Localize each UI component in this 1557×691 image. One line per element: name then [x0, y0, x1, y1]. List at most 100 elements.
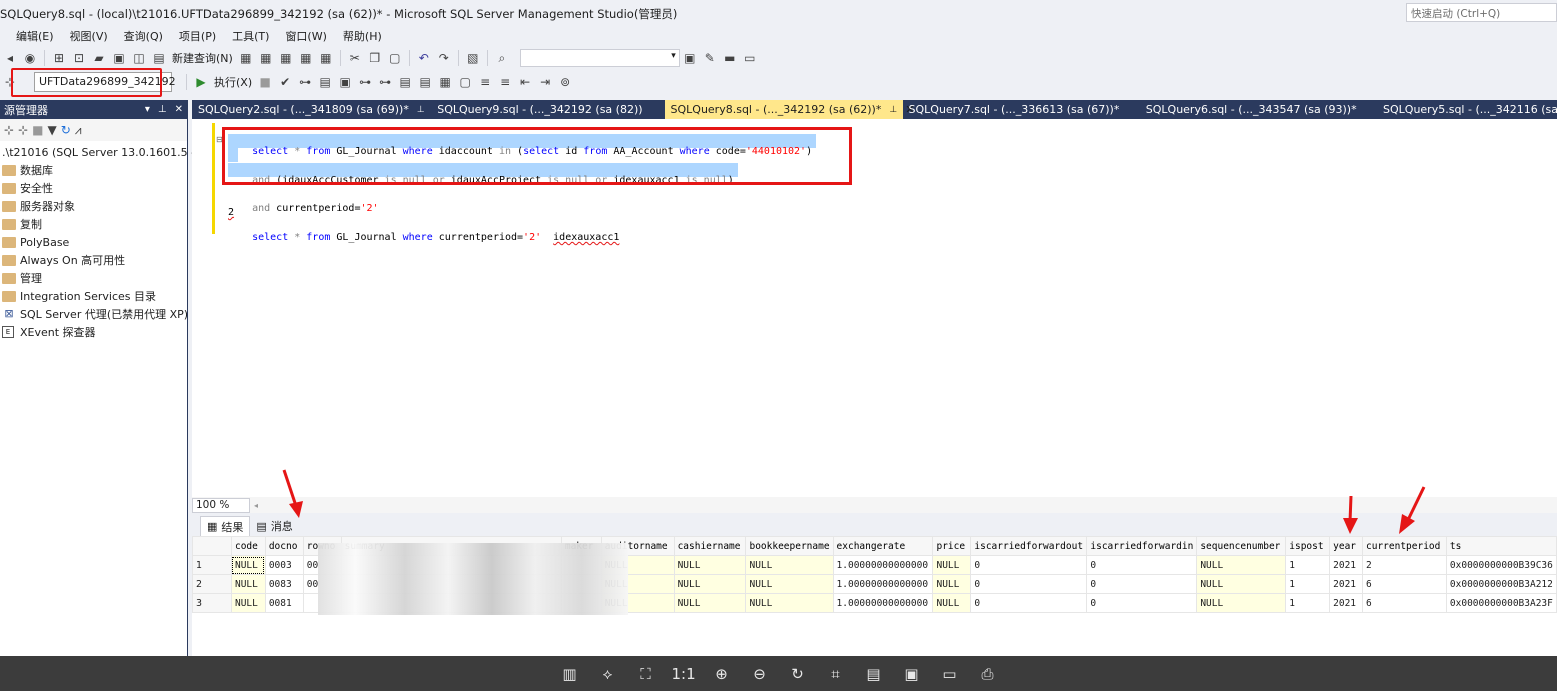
table-cell[interactable]: 0 [1086, 555, 1198, 575]
menu-help[interactable]: 帮助(H) [335, 28, 390, 44]
menu-edit[interactable]: 编辑(E) [0, 28, 62, 44]
zoom-out-icon[interactable]: ⊖ [748, 662, 772, 686]
tab-results[interactable]: ▦ 结果 [200, 516, 251, 536]
window-icon[interactable]: ▭ [742, 50, 758, 66]
mdx-query-icon[interactable]: ▦ [258, 50, 274, 66]
table-cell[interactable]: 6 [1362, 574, 1447, 594]
chevron-down-icon[interactable]: ▾ [145, 104, 150, 115]
ocr-icon[interactable]: ▤ [862, 662, 886, 686]
redo-icon[interactable]: ↷ [436, 50, 452, 66]
column-header[interactable]: sequencenumber [1196, 536, 1287, 556]
column-header[interactable]: iscarriedforwardin [1086, 536, 1198, 556]
results-to-file-icon[interactable]: ▢ [457, 74, 473, 90]
column-header[interactable]: exchangerate [832, 536, 934, 556]
column-header[interactable]: year [1329, 536, 1364, 556]
table-cell[interactable]: 2021 [1329, 555, 1364, 575]
tab-sqlquery6[interactable]: SQLQuery6.sql - (..._343547 (sa (93))* [1140, 100, 1377, 119]
decrease-indent-icon[interactable]: ⇤ [517, 74, 533, 90]
table-cell[interactable]: NULL [932, 555, 972, 575]
tree-node-sql-agent[interactable]: ⊠ SQL Server 代理(已禁用代理 XP) [0, 305, 188, 323]
table-cell[interactable]: 0081 [264, 593, 304, 613]
execute-icon[interactable]: ▶ [193, 74, 209, 90]
execute-button[interactable]: 执行(X) [214, 74, 252, 90]
row-number[interactable]: 2 [192, 574, 232, 594]
dax-query-icon[interactable]: ▦ [318, 50, 334, 66]
row-number[interactable]: 3 [192, 593, 232, 613]
solution-configurations-combo[interactable]: ▾ [519, 49, 680, 67]
wrench-icon[interactable]: ✎ [702, 50, 718, 66]
table-cell[interactable]: 1.00000000000000 [832, 574, 934, 594]
table-cell[interactable]: 6 [1362, 593, 1447, 613]
tree-node-xevent[interactable]: E XEvent 探查器 [0, 323, 187, 341]
cut-icon[interactable]: ✂ [347, 50, 363, 66]
copy-icon[interactable]: ❐ [367, 50, 383, 66]
connect-icon[interactable]: ⊹ [4, 123, 14, 137]
query-options-icon[interactable]: ▤ [317, 74, 333, 90]
parse-icon[interactable]: ✔ [277, 74, 293, 90]
column-header[interactable]: bookkeepername [745, 536, 834, 556]
column-header[interactable]: cashiername [673, 536, 747, 556]
toggle-icon[interactable]: ▧ [465, 50, 481, 66]
fit-window-icon[interactable]: ▥ [558, 662, 582, 686]
tree-node-server-objects[interactable]: 服务器对象 [0, 197, 187, 215]
new-query-button[interactable]: 新建查询(N) [172, 50, 233, 66]
activity-icon[interactable]: ⩘ [75, 123, 82, 138]
table-cell[interactable]: NULL [1196, 574, 1287, 594]
table-cell[interactable]: NULL [673, 593, 747, 613]
client-stats-icon[interactable]: ▤ [397, 74, 413, 90]
table-cell[interactable]: NULL [230, 555, 266, 575]
properties-icon[interactable]: ▣ [682, 50, 698, 66]
row-number[interactable]: 1 [192, 555, 232, 575]
table-cell[interactable]: NULL [745, 555, 834, 575]
tree-node-replication[interactable]: 复制 [0, 215, 187, 233]
crop-icon[interactable]: ⌗ [824, 662, 848, 686]
table-cell[interactable]: 0 [1086, 574, 1198, 594]
actual-size-button[interactable]: 1:1 [672, 662, 696, 686]
include-plan-icon[interactable]: ⊶ [357, 74, 373, 90]
table-cell[interactable]: 0003 [264, 555, 304, 575]
table-cell[interactable]: 0x0000000000B3A23F [1445, 593, 1557, 613]
table-cell[interactable]: 1 [1285, 555, 1331, 575]
table-cell[interactable]: 1.00000000000000 [832, 593, 934, 613]
undo-icon[interactable]: ↶ [416, 50, 432, 66]
column-header[interactable]: ispost [1285, 536, 1331, 556]
new-query-icon[interactable]: ▤ [151, 50, 167, 66]
display-estimated-plan-icon[interactable]: ⊶ [297, 74, 313, 90]
tab-sqlquery8[interactable]: SQLQuery8.sql - (..._342192 (sa (62))* ⊥ ✕ [664, 100, 914, 119]
pin-icon[interactable]: ⊥ [889, 105, 897, 115]
column-header[interactable]: ts [1445, 536, 1557, 556]
menu-project[interactable]: 项目(P) [171, 28, 224, 44]
menu-window[interactable]: 窗口(W) [277, 28, 334, 44]
menu-tools[interactable]: 工具(T) [224, 28, 277, 44]
save-all-icon[interactable]: ◫ [131, 50, 147, 66]
quick-launch-input[interactable]: 快速启动 (Ctrl+Q) [1406, 3, 1557, 22]
table-cell[interactable]: NULL [932, 574, 972, 594]
table-cell[interactable]: 2021 [1329, 574, 1364, 594]
zoom-in-icon[interactable]: ⊕ [710, 662, 734, 686]
tree-node-management[interactable]: 管理 [0, 269, 187, 287]
column-header[interactable]: code [230, 536, 266, 556]
close-icon[interactable]: ✕ [175, 104, 183, 115]
print-icon[interactable]: ⎙ [976, 662, 1000, 686]
tab-sqlquery2[interactable]: SQLQuery2.sql - (..._341809 (sa (69))* ⊥ [192, 100, 431, 119]
table-cell[interactable]: NULL [230, 574, 266, 594]
corner-cell[interactable] [192, 536, 232, 556]
table-cell[interactable]: NULL [673, 555, 747, 575]
tree-node-databases[interactable]: 数据库 [0, 161, 187, 179]
tree-node-security[interactable]: 安全性 [0, 179, 187, 197]
scroll-left-icon[interactable]: ◂ [254, 501, 258, 510]
table-cell[interactable]: NULL [745, 574, 834, 594]
tab-sqlquery5[interactable]: SQLQuery5.sql - (..._342116 (sa [1377, 100, 1557, 119]
table-cell[interactable]: NULL [1196, 593, 1287, 613]
toolbox-icon[interactable]: ▬ [722, 50, 738, 66]
tree-node-polybase[interactable]: PolyBase [0, 233, 187, 251]
live-stats-icon[interactable]: ⊶ [377, 74, 393, 90]
back-icon[interactable]: ◂ [2, 50, 18, 66]
pin-icon[interactable]: ⊥ [158, 104, 167, 115]
table-cell[interactable]: 1 [1285, 593, 1331, 613]
refresh-icon[interactable]: ↻ [61, 123, 71, 137]
table-cell[interactable]: 1.00000000000000 [832, 555, 934, 575]
save-as-icon[interactable]: ▭ [938, 662, 962, 686]
query-editor[interactable]: ⊟ select * from GL_Journal where idaccou… [192, 119, 1557, 497]
table-cell[interactable]: 0x0000000000B39C36 [1445, 555, 1557, 575]
